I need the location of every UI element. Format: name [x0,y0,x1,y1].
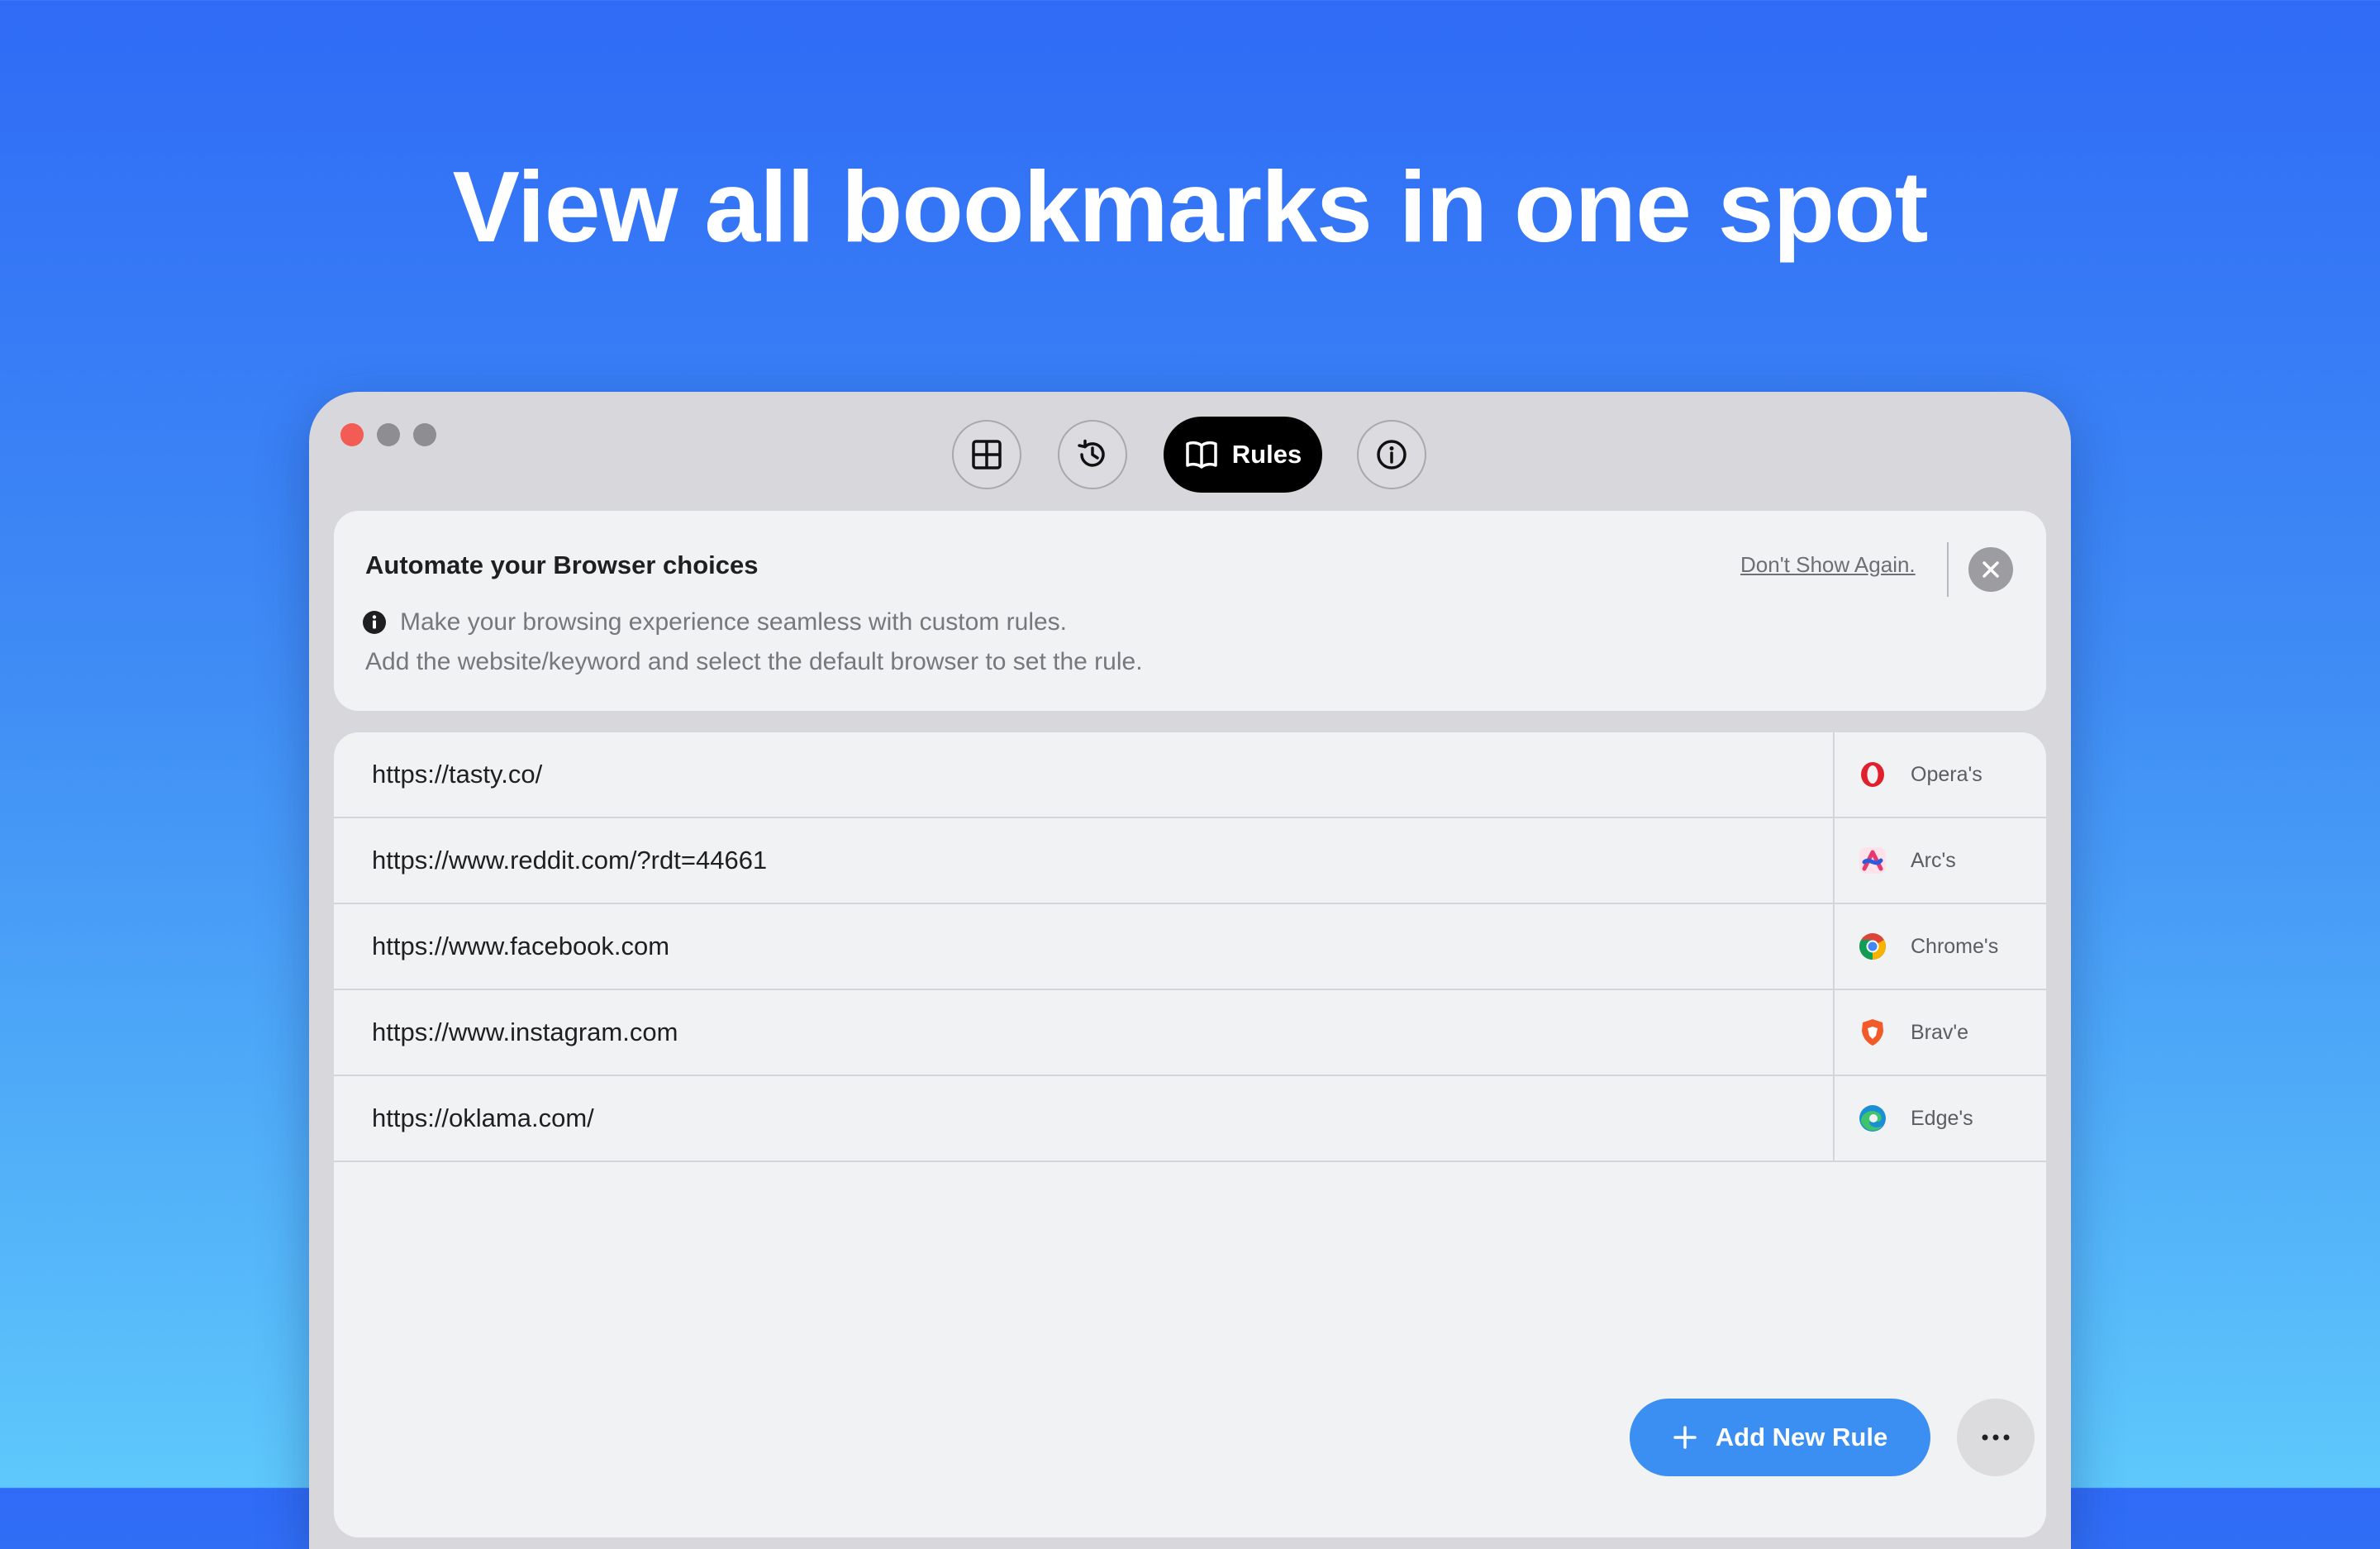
rule-url: https://www.reddit.com/?rdt=44661 [372,846,768,875]
rule-browser-name: Chrome's [1911,934,1999,958]
banner-description-line2: Add the website/keyword and select the d… [365,648,1143,675]
rule-browser-name: Edge's [1911,1106,1973,1130]
grid-icon [972,440,1002,469]
banner-description-line1: Make your browsing experience seamless w… [362,608,1067,636]
info-tab-button[interactable] [1357,420,1426,489]
edge-icon [1859,1105,1886,1132]
close-icon [1983,561,1999,578]
banner-title: Automate your Browser choices [365,550,759,579]
history-tab-button[interactable] [1058,420,1127,489]
rule-browser-selector[interactable]: Edge's [1833,1076,2046,1161]
rule-browser-selector[interactable]: Arc's [1833,818,2046,903]
rule-browser-name: Brav'e [1911,1020,1969,1044]
rules-tab-label: Rules [1231,440,1302,469]
chrome-icon [1859,933,1886,960]
rule-browser-selector[interactable]: Opera's [1833,732,2046,817]
info-filled-icon [363,611,386,634]
ellipsis-icon [1982,1434,2010,1441]
more-options-button[interactable] [1957,1399,2035,1476]
rule-row[interactable]: https://www.facebook.com Chrome's [334,904,2046,990]
info-icon [1377,440,1407,469]
page-headline: View all bookmarks in one spot [452,150,1929,263]
rule-row[interactable]: https://www.reddit.com/?rdt=44661 Arc's [334,818,2046,904]
rule-browser-selector[interactable]: Brav'e [1833,990,2046,1075]
brave-icon [1862,1019,1883,1046]
arc-icon [1859,847,1886,874]
add-new-rule-label: Add New Rule [1715,1423,1888,1451]
grid-tab-button[interactable] [952,420,1021,489]
toolbar: Rules [309,417,2071,493]
banner-divider [1947,542,1949,597]
book-icon [1186,441,1217,469]
banner-line1-text: Make your browsing experience seamless w… [400,608,1067,636]
rule-browser-name: Opera's [1911,762,1983,786]
rule-url: https://tasty.co/ [372,760,543,789]
history-icon [1078,439,1105,467]
app-window: Rules Automate your Browser choices Make… [309,392,2071,1549]
rule-browser-selector[interactable]: Chrome's [1833,904,2046,989]
plus-icon [1673,1426,1697,1449]
rules-tab-button[interactable]: Rules [1164,417,1322,493]
opera-icon [1861,762,1884,787]
rule-row[interactable]: https://www.instagram.com Brav'e [334,990,2046,1076]
rule-url: https://oklama.com/ [372,1103,594,1132]
rule-browser-name: Arc's [1911,848,1956,872]
rule-row[interactable]: https://oklama.com/ Edge's [334,1076,2046,1162]
rule-url: https://www.facebook.com [372,932,670,960]
rule-row[interactable]: https://tasty.co/ Opera's [334,732,2046,818]
add-new-rule-button[interactable]: Add New Rule [1630,1399,1930,1476]
dont-show-again-link[interactable]: Don't Show Again. [1740,552,1916,578]
banner-close-button[interactable] [1968,547,2013,592]
rule-url: https://www.instagram.com [372,1018,678,1046]
rules-info-banner: Automate your Browser choices Make your … [334,511,2046,711]
